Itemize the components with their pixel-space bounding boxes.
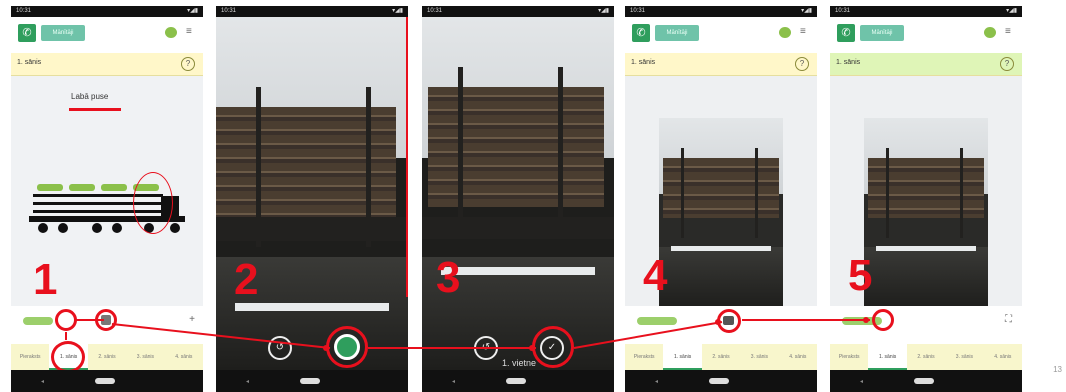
arrow-head bbox=[863, 317, 869, 323]
arrow-head bbox=[323, 345, 329, 351]
page-number: 13 bbox=[1053, 365, 1062, 374]
arrow-line bbox=[111, 323, 331, 349]
arrow-line bbox=[573, 321, 723, 349]
flow-arrows bbox=[65, 317, 870, 351]
arrow-head bbox=[715, 319, 721, 325]
arrow-head bbox=[529, 345, 535, 351]
